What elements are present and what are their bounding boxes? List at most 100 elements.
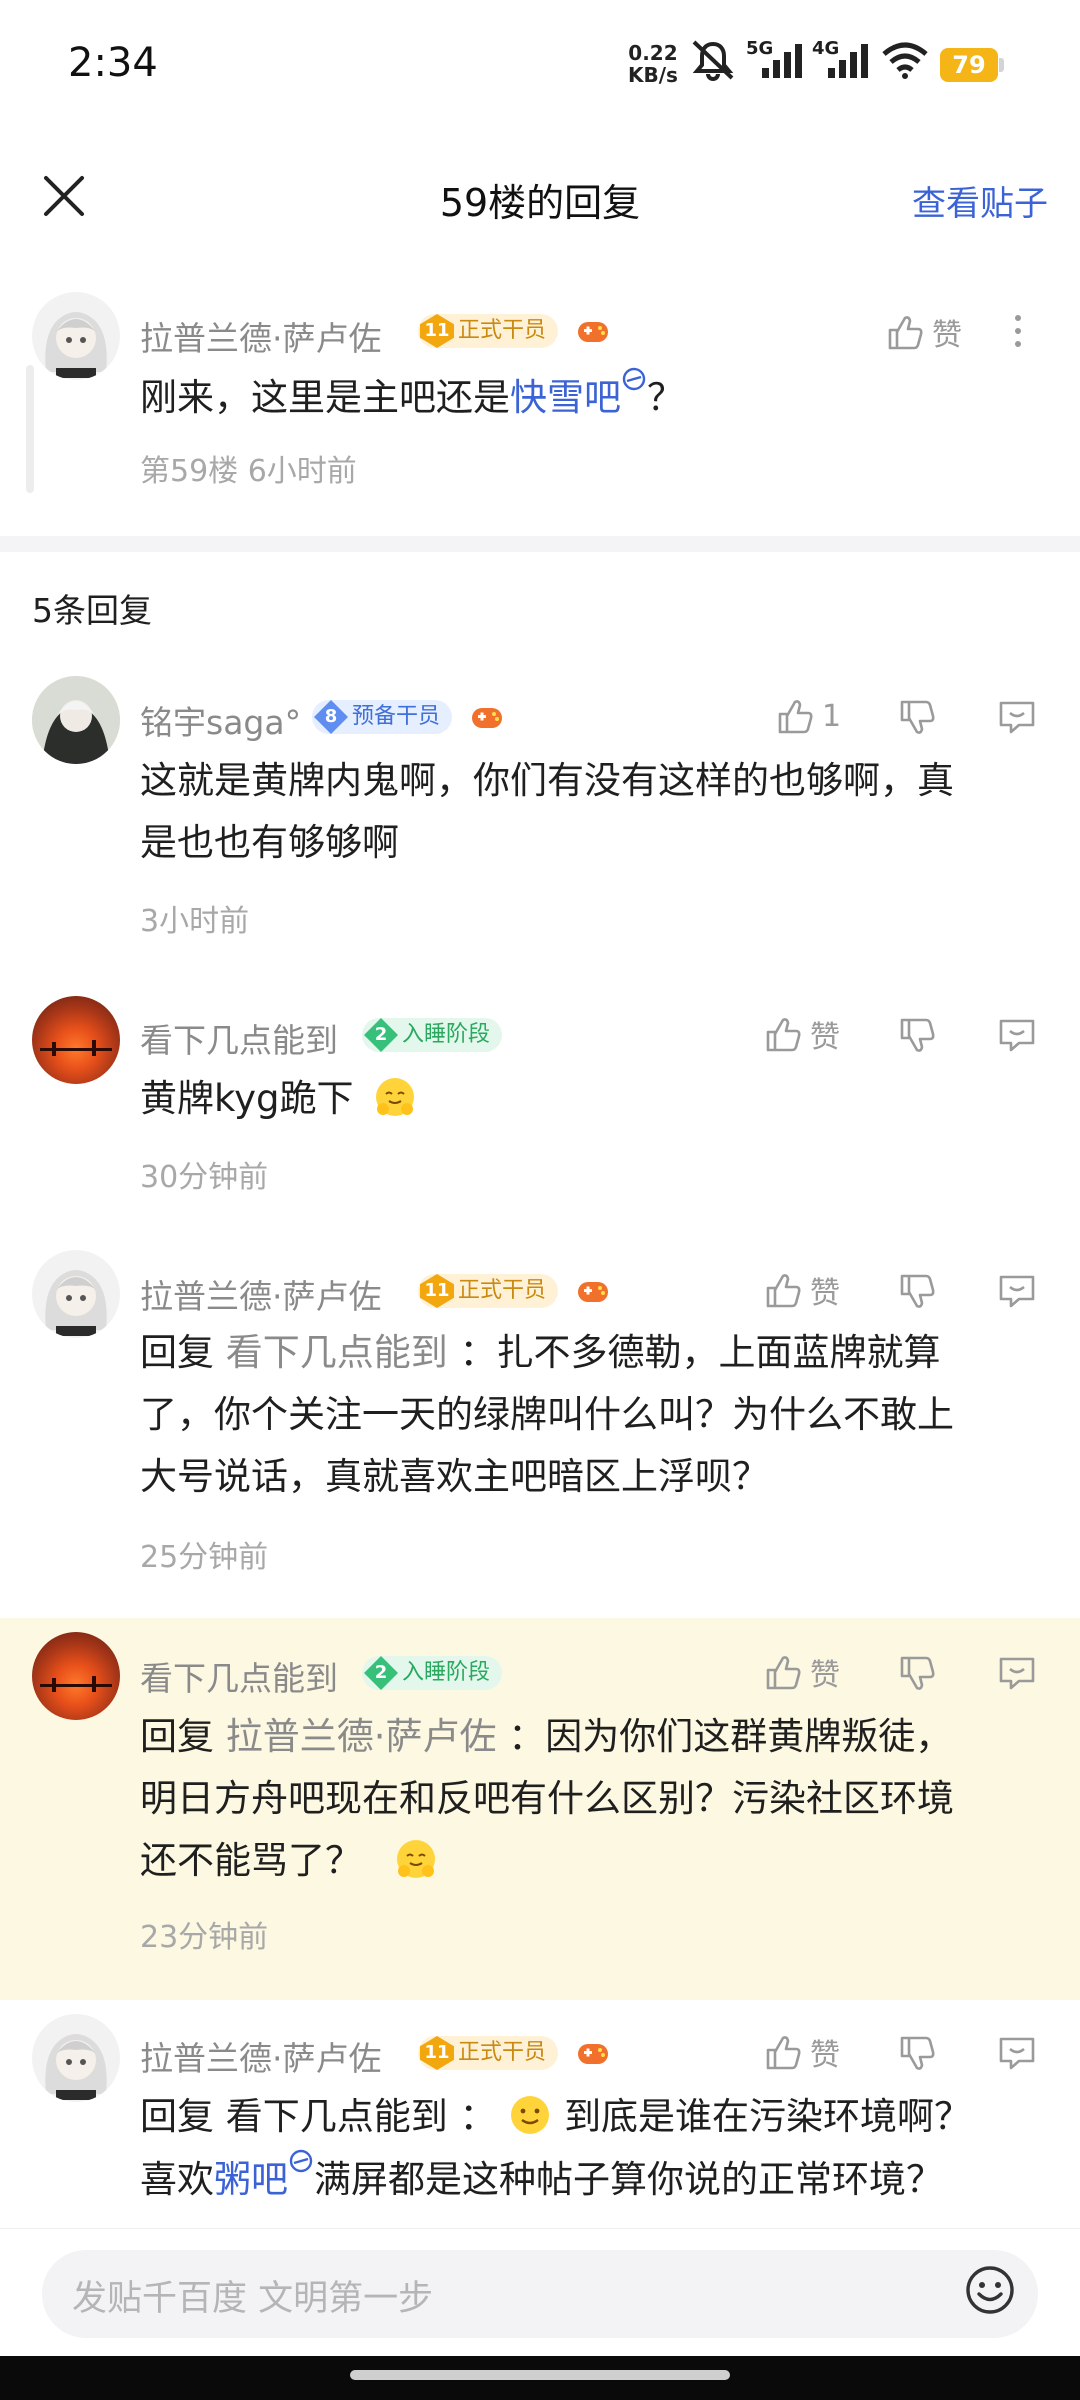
smiley-icon[interactable] (964, 2264, 1016, 2316)
reply-content-text: ： (459, 2095, 497, 2138)
level-badge: 11 正式干员 (418, 1274, 559, 1308)
thumbs-up-icon (766, 1656, 801, 1690)
level-badge: 2 入睡阶段 (362, 1018, 503, 1052)
battery-indicator: 79 (940, 48, 998, 82)
reply-prefix: 回复 (140, 2095, 214, 2138)
reply-content-text: 还不能骂了？ (140, 1839, 362, 1882)
avatar[interactable] (32, 1632, 120, 1720)
battery-tip (999, 58, 1004, 72)
level-badge: 11 正式干员 (418, 314, 559, 348)
emoji-hug-icon (376, 1078, 415, 1116)
view-post-link[interactable]: 查看贴子 (912, 176, 1048, 225)
like-button[interactable]: 赞 (762, 1268, 840, 1312)
reply-content-line: 明日方舟吧现在和反吧有什么区别？污染社区环境 (140, 1777, 954, 1820)
badge-title: 入睡阶段 (402, 1660, 491, 1685)
post-content-text: 刚来，这里是主吧还是 (140, 376, 510, 419)
reply-target-link[interactable]: 看下几点能到 (226, 2095, 448, 2138)
emoji-hug-icon (396, 1840, 435, 1878)
gamepad-icon (472, 708, 502, 728)
reply-content-text: 喜欢 (140, 2158, 214, 2201)
badge-level: 2 (364, 1018, 398, 1052)
quote-bar (26, 365, 34, 493)
reply-count: 5条回复 (32, 591, 152, 630)
comment-icon[interactable] (996, 1014, 1038, 1056)
comment-icon[interactable] (996, 696, 1038, 738)
reply-content-line: 黄牌kyg跪下 (140, 1077, 354, 1120)
comment-icon[interactable] (996, 1652, 1038, 1694)
signal-4g-icon (828, 44, 868, 78)
reply-content-line: 大号说话，真就喜欢主吧暗区上浮呗？ (140, 1455, 769, 1498)
thumbs-down-icon[interactable] (896, 696, 938, 738)
reply-content-line: 是也也有够够啊 (140, 821, 399, 864)
username[interactable]: 拉普兰德·萨卢佐 (140, 312, 382, 360)
thumbs-up-icon (766, 1018, 801, 1052)
reply-time: 25分钟前 (140, 1540, 269, 1575)
reply-content-text: 满屏都是这种帖子算你说的正常环境？ (314, 2158, 943, 2201)
avatar[interactable] (32, 996, 120, 1084)
network-speed-unit: KB/s (628, 63, 678, 87)
thumbs-down-icon[interactable] (896, 1652, 938, 1694)
network-speed: 0.22 KB/s (628, 42, 678, 86)
reply-content-line: 还不能骂了？ (140, 1830, 1060, 1892)
forum-link[interactable]: 快雪吧 (510, 376, 621, 419)
forum-link[interactable]: 粥吧 (214, 2158, 288, 2201)
emoji-smile-icon (511, 2096, 550, 2134)
avatar[interactable] (32, 2014, 120, 2102)
reply-content: 这就是黄牌内鬼啊，你们有没有这样的也够啊，真 是也也有够够啊 (140, 750, 954, 874)
like-button[interactable]: 赞 (762, 2030, 840, 2074)
gamepad-icon (578, 322, 608, 342)
username[interactable]: 拉普兰德·萨卢佐 (140, 2032, 382, 2080)
like-button[interactable]: 赞 (762, 1012, 840, 1056)
thumbs-up-icon (888, 316, 923, 350)
reply-time: 23分钟前 (140, 1920, 269, 1955)
like-label: 赞 (810, 1658, 840, 1693)
avatar[interactable] (32, 292, 120, 380)
thumbs-down-icon[interactable] (896, 1014, 938, 1056)
comment-icon[interactable] (996, 1270, 1038, 1312)
reply-content-line: 回复 看下几点能到 ： 到底是谁在污染环境啊？ (140, 2086, 1060, 2148)
badge-title: 入睡阶段 (402, 1022, 491, 1047)
level-badge: 2 入睡阶段 (362, 1656, 503, 1690)
home-indicator[interactable] (350, 2370, 730, 2380)
reply-prefix: 回复 (140, 1715, 214, 1758)
reply-time: 30分钟前 (140, 1160, 269, 1195)
username[interactable]: 拉普兰德·萨卢佐 (140, 1270, 382, 1318)
network-speed-value: 0.22 (628, 41, 678, 65)
reply-content-text: 到底是谁在污染环境啊？ (564, 2095, 972, 2138)
reply-content-line: 喜欢粥吧 满屏都是这种帖子算你说的正常环境？ (140, 2148, 1060, 2211)
badge-level: 11 (420, 2036, 454, 2070)
reply-content: 回复 看下几点能到 ： 到底是谁在污染环境啊？ 喜欢粥吧 满屏都是这种帖子算你说的… (140, 2086, 1060, 2211)
reply-content: 回复 拉普兰德·萨卢佐 ：因为你们这群黄牌叛徒， 明日方舟吧现在和反吧有什么区别… (140, 1706, 1060, 1892)
like-button[interactable]: 赞 (762, 1650, 840, 1694)
username[interactable]: 看下几点能到 (140, 1652, 338, 1700)
reply-content-line: 了，你个关注一天的绿牌叫什么叫？为什么不敢上 (140, 1393, 954, 1436)
forum-link-icon (622, 367, 646, 391)
reply-content-text: ：因为你们这群黄牌叛徒， (508, 1715, 953, 1758)
comment-icon[interactable] (996, 2032, 1038, 2074)
status-bar: 2:34 0.22 KB/s 5G 4G 79 (0, 0, 1080, 120)
badge-title: 预备干员 (352, 704, 441, 729)
thumbs-down-icon[interactable] (896, 2032, 938, 2074)
more-options-icon[interactable] (998, 310, 1038, 352)
reply-target-link[interactable]: 看下几点能到 (226, 1331, 448, 1374)
like-label: 赞 (810, 1276, 840, 1311)
reply-target-link[interactable]: 拉普兰德·萨卢佐 (226, 1715, 497, 1758)
signal-5g-icon (762, 44, 802, 78)
avatar[interactable] (32, 1250, 120, 1338)
like-button[interactable]: 1 (774, 694, 841, 738)
like-button[interactable]: 赞 (884, 310, 962, 354)
username[interactable]: 看下几点能到 (140, 1014, 338, 1062)
wifi-icon (882, 42, 928, 79)
like-count: 1 (822, 698, 842, 734)
mute-icon (692, 40, 734, 81)
username[interactable]: 铭宇saga° (140, 696, 301, 744)
reply-content-text: ：扎不多德勒，上面蓝牌就算 (459, 1331, 941, 1374)
reply-content: 回复 看下几点能到 ：扎不多德勒，上面蓝牌就算 了，你个关注一天的绿牌叫什么叫？… (140, 1322, 1060, 1508)
badge-title: 正式干员 (458, 1278, 547, 1303)
reply-time: 3小时前 (140, 904, 250, 939)
reply-content-line: 回复 看下几点能到 ：扎不多德勒，上面蓝牌就算 (140, 1322, 1060, 1384)
thumbs-down-icon[interactable] (896, 1270, 938, 1312)
badge-level: 11 (420, 1274, 454, 1308)
thumbs-up-icon (778, 700, 813, 734)
avatar[interactable] (32, 676, 120, 764)
